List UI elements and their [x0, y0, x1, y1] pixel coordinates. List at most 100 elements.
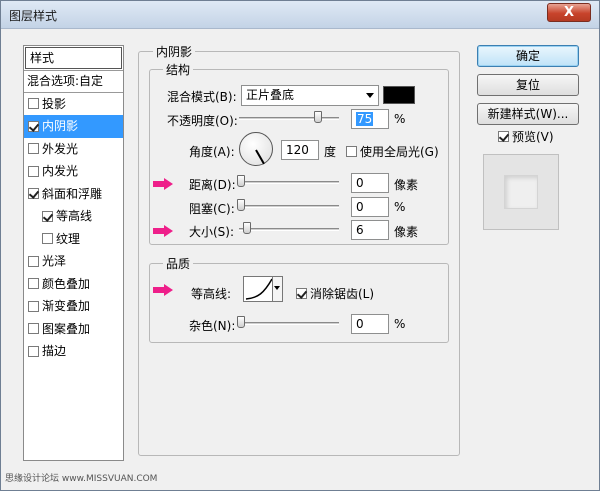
opacity-slider-thumb[interactable] [314, 111, 322, 123]
style-list-item[interactable]: 描边 [24, 340, 123, 363]
style-list-item[interactable]: 外发光 [24, 138, 123, 161]
style-checkbox[interactable] [28, 300, 39, 312]
global-light-label: 使用全局光(G) [360, 145, 439, 159]
inner-shadow-title: 内阴影 [153, 43, 196, 60]
new-style-button[interactable]: 新建样式(W)... [477, 103, 579, 125]
style-list-item[interactable]: 内发光 [24, 160, 123, 183]
style-list-item[interactable]: 投影 [24, 93, 123, 116]
choke-input[interactable]: 0 [351, 197, 389, 217]
styles-header[interactable]: 样式 [25, 47, 122, 69]
shadow-color-swatch[interactable] [383, 86, 415, 104]
chevron-down-icon[interactable] [272, 277, 282, 301]
blending-options-item[interactable]: 混合选项:自定 [24, 70, 123, 93]
angle-input[interactable]: 120 [281, 140, 319, 160]
style-checkbox[interactable] [28, 188, 39, 200]
distance-slider-thumb[interactable] [237, 175, 245, 187]
angle-label: 角度(A): [189, 145, 235, 159]
anti-alias-checkbox[interactable] [296, 288, 307, 299]
window-title: 图层样式 [9, 9, 58, 23]
size-unit: 像素 [394, 225, 419, 239]
style-checkbox[interactable] [28, 143, 39, 155]
opacity-value: 75 [356, 112, 374, 126]
style-list-item-label: 等高线 [56, 209, 93, 224]
title-bar[interactable]: 图层样式 X [1, 1, 599, 29]
noise-unit: % [394, 317, 406, 331]
size-input[interactable]: 6 [351, 220, 389, 240]
style-list: 样式 混合选项:自定 投影内阴影外发光内发光斜面和浮雕等高线纹理光泽颜色叠加渐变… [23, 45, 124, 461]
style-list-item[interactable]: 图案叠加 [24, 318, 123, 341]
style-list-item-label: 外发光 [42, 141, 79, 156]
layer-style-dialog: 图层样式 X 样式 混合选项:自定 投影 内阴影 外发光 内发光 斜面和浮雕 等高线 纹理光… [0, 0, 600, 491]
style-checkbox[interactable] [28, 165, 39, 177]
anti-alias-option[interactable]: 消除锯齿(L) [296, 285, 374, 302]
noise-input[interactable]: 0 [351, 314, 389, 334]
style-list-item[interactable]: 颜色叠加 [24, 273, 123, 296]
style-checkbox[interactable] [28, 345, 39, 357]
close-button[interactable]: X [547, 3, 591, 22]
contour-curve-icon [245, 278, 273, 300]
noise-slider-thumb[interactable] [237, 316, 245, 328]
style-list-item[interactable]: 等高线 [24, 205, 123, 228]
ok-button[interactable]: 确定 [477, 45, 579, 67]
angle-unit: 度 [324, 145, 337, 159]
style-checkbox[interactable] [42, 210, 53, 222]
preview-checkbox[interactable] [498, 131, 509, 142]
style-list-item-label: 颜色叠加 [42, 276, 91, 291]
size-label: 大小(S): [189, 225, 235, 239]
choke-slider-track[interactable] [239, 205, 339, 208]
style-list-item-label: 投影 [42, 96, 67, 111]
global-light-checkbox[interactable] [346, 146, 357, 157]
noise-label: 杂色(N): [189, 319, 236, 333]
style-checkbox[interactable] [28, 98, 39, 110]
style-list-item[interactable]: 斜面和浮雕 [24, 183, 123, 206]
opacity-input[interactable]: 75 [351, 109, 389, 129]
reset-button[interactable]: 复位 [477, 74, 579, 96]
chevron-down-icon [366, 93, 374, 98]
style-list-item-label: 内发光 [42, 164, 79, 179]
style-checkbox[interactable] [42, 233, 53, 245]
preview-option[interactable]: 预览(V) [498, 128, 554, 145]
style-list-item-label: 描边 [42, 344, 67, 359]
style-checkbox[interactable] [28, 278, 39, 290]
angle-needle [255, 149, 265, 165]
style-checkbox[interactable] [28, 120, 39, 132]
distance-slider-track[interactable] [239, 181, 339, 184]
preview-label: 预览(V) [512, 130, 554, 144]
distance-label: 距离(D): [189, 178, 236, 192]
contour-picker[interactable] [243, 276, 283, 302]
blend-mode-value: 正片叠底 [246, 88, 295, 102]
quality-title: 品质 [163, 255, 194, 272]
choke-label: 阻塞(C): [189, 202, 235, 216]
watermark-text: 思缘设计论坛 www.MISSVUAN.COM [5, 474, 158, 484]
opacity-label: 不透明度(O): [167, 114, 238, 128]
noise-value: 0 [356, 317, 364, 331]
style-list-item-label: 斜面和浮雕 [42, 186, 103, 201]
choke-slider-thumb[interactable] [237, 199, 245, 211]
style-list-item-label: 纹理 [56, 231, 81, 246]
style-preview-thumbnail [483, 154, 559, 230]
distance-input[interactable]: 0 [351, 173, 389, 193]
style-list-item[interactable]: 内阴影 [24, 115, 123, 138]
opacity-slider-track[interactable] [239, 117, 339, 120]
blend-mode-label: 混合模式(B): [167, 90, 237, 104]
size-value: 6 [356, 223, 364, 237]
style-list-item[interactable]: 光泽 [24, 250, 123, 273]
angle-dial[interactable] [239, 132, 273, 166]
style-checkbox[interactable] [28, 323, 39, 335]
distance-value: 0 [356, 176, 364, 190]
size-slider-track[interactable] [239, 228, 339, 231]
noise-slider-track[interactable] [239, 322, 339, 325]
style-checkbox[interactable] [28, 255, 39, 267]
choke-unit: % [394, 200, 406, 214]
style-list-item[interactable]: 纹理 [24, 228, 123, 251]
structure-title: 结构 [163, 61, 194, 78]
style-list-item-label: 内阴影 [42, 119, 79, 134]
style-list-item[interactable]: 渐变叠加 [24, 295, 123, 318]
choke-value: 0 [356, 200, 364, 214]
pink-arrow-marker-distance [153, 178, 175, 190]
global-light-option[interactable]: 使用全局光(G) [346, 143, 439, 160]
blend-mode-select[interactable]: 正片叠底 [241, 85, 379, 106]
anti-alias-label: 消除锯齿(L) [310, 287, 375, 301]
size-slider-thumb[interactable] [243, 222, 251, 234]
opacity-unit: % [394, 112, 406, 126]
